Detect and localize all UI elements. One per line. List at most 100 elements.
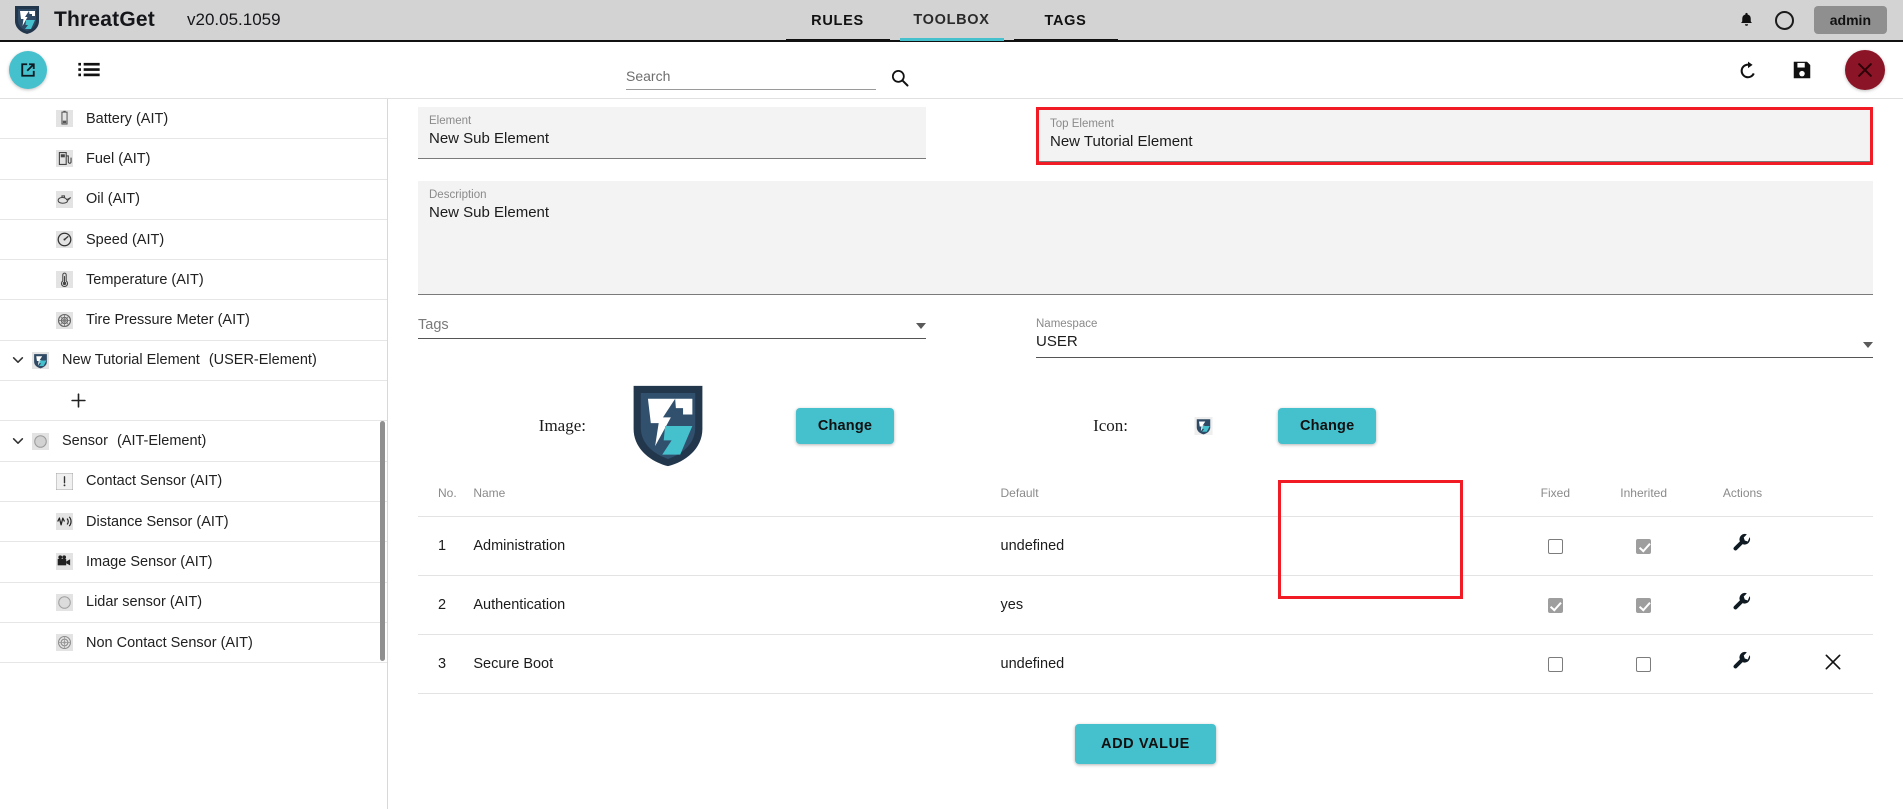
- open-external-icon: [21, 63, 35, 77]
- sidebar-item-contact-sensor[interactable]: Contact Sensor (AIT): [0, 462, 387, 502]
- icon-change-wrap: Change: [1278, 408, 1377, 444]
- sidebar-item-speed[interactable]: Speed (AIT): [0, 220, 387, 261]
- fixed-checkbox[interactable]: [1547, 597, 1563, 613]
- row-name: Administration: [473, 516, 1001, 576]
- top-element-field-value: New Tutorial Element: [1050, 133, 1193, 150]
- element-tree-sidebar: Battery (AIT) Fuel (AIT) Oil (AIT) Speed…: [0, 99, 388, 809]
- col-header-name: Name: [473, 480, 1001, 517]
- sidebar-item-label: Fuel (AIT): [86, 150, 151, 167]
- sidebar-item-kind: (AIT-Element): [116, 433, 207, 450]
- element-field-label: Element: [429, 115, 472, 127]
- change-icon-button[interactable]: Change: [1278, 408, 1377, 444]
- element-field[interactable]: Element New Sub Element: [418, 107, 926, 159]
- element-image-preview: [633, 385, 703, 467]
- sidebar-item-non-contact-sensor[interactable]: Non Contact Sensor (AIT): [0, 623, 387, 664]
- tab-tags[interactable]: TAGS: [1013, 13, 1118, 41]
- add-value-button[interactable]: ADD VALUE: [1075, 724, 1216, 764]
- top-element-highlight: Top Element New Tutorial Element: [1036, 107, 1873, 165]
- sidebar-item-lidar-sensor[interactable]: Lidar sensor (AIT): [0, 583, 387, 623]
- wrench-icon[interactable]: [1731, 533, 1753, 555]
- element-field-value: New Sub Element: [429, 130, 550, 147]
- chevron-down-icon[interactable]: [4, 353, 32, 367]
- row-actions-cell: [1691, 516, 1794, 576]
- wrench-icon[interactable]: [1731, 592, 1753, 614]
- search-input[interactable]: [626, 68, 876, 90]
- lidar-icon: [56, 593, 73, 611]
- tab-rules[interactable]: RULES: [785, 13, 890, 41]
- save-floppy-icon[interactable]: [1791, 59, 1813, 81]
- close-button[interactable]: [1845, 50, 1885, 90]
- brand-version: v20.05.1059: [187, 10, 281, 29]
- top-element-field[interactable]: Top Element New Tutorial Element: [1039, 110, 1870, 162]
- col-header-inherited: Inherited: [1596, 480, 1692, 517]
- sidebar-item-oil[interactable]: Oil (AIT): [0, 180, 387, 220]
- element-icon-preview: [1194, 417, 1212, 435]
- sidebar-item-label: Lidar sensor (AIT): [86, 594, 203, 611]
- thermometer-icon: [56, 271, 73, 289]
- top-bar-actions: admin: [1738, 6, 1903, 34]
- inherited-checkbox[interactable]: [1636, 538, 1652, 554]
- row-fixed-cell: [1514, 575, 1597, 635]
- sidebar-item-fuel[interactable]: Fuel (AIT): [0, 139, 387, 180]
- table-body: 1 Administration undefined 2 Authenticat…: [418, 516, 1873, 694]
- wrench-icon[interactable]: [1731, 651, 1753, 673]
- admin-user-button[interactable]: admin: [1813, 6, 1887, 34]
- row-actions-cell: [1691, 634, 1794, 694]
- sidebar-item-tire-pressure-meter[interactable]: Tire Pressure Meter (AIT): [0, 300, 387, 341]
- top-element-field-label: Top Element: [1050, 118, 1114, 130]
- col-header-delete: [1793, 480, 1873, 517]
- image-label: Image:: [538, 416, 586, 435]
- sidebar-add-child-button[interactable]: [0, 381, 387, 422]
- sidebar-item-sensor[interactable]: Sensor (AIT-Element): [0, 421, 387, 462]
- inherited-checkbox[interactable]: [1636, 656, 1652, 672]
- row-fixed-cell: [1514, 634, 1597, 694]
- search-icon[interactable]: [890, 68, 910, 88]
- row-name: Secure Boot: [473, 634, 1001, 694]
- description-field[interactable]: Description New Sub Element: [418, 181, 1873, 295]
- namespace-value: USER: [1036, 333, 1078, 350]
- sidebar-item-label: Battery (AIT): [86, 110, 169, 127]
- sidebar-item-new-tutorial-element[interactable]: New Tutorial Element (USER-Element): [0, 341, 387, 382]
- row-default: undefined: [1000, 516, 1515, 576]
- top-bar: ThreatGet v20.05.1059 RULES TOOLBOX TAGS…: [0, 0, 1903, 42]
- threatget-shield-logo-icon: [15, 6, 39, 34]
- attributes-table-wrap: No. Name Default Fixed Inherited Actions…: [418, 480, 1873, 694]
- icon-label: Icon:: [1093, 416, 1128, 435]
- list-icon[interactable]: [78, 62, 100, 78]
- oil-can-icon: [56, 190, 73, 208]
- fixed-checkbox[interactable]: [1547, 656, 1563, 672]
- sidebar-item-label: Sensor: [62, 433, 108, 450]
- change-image-button[interactable]: Change: [795, 408, 895, 444]
- tags-select[interactable]: Tags: [418, 317, 926, 339]
- sidebar-item-image-sensor[interactable]: Image Sensor (AIT): [0, 542, 387, 583]
- tags-placeholder: Tags: [418, 317, 449, 333]
- sidebar-item-distance-sensor[interactable]: Distance Sensor (AIT): [0, 502, 387, 543]
- user-circle-icon[interactable]: [1774, 10, 1794, 30]
- search-area: [626, 68, 910, 90]
- sidebar-item-label: Image Sensor (AIT): [86, 553, 213, 570]
- bell-icon[interactable]: [1738, 10, 1755, 30]
- sidebar-scrollbar[interactable]: [380, 421, 385, 661]
- plus-icon: [71, 393, 86, 408]
- table-row[interactable]: 1 Administration undefined: [418, 516, 1873, 576]
- sidebar-item-battery[interactable]: Battery (AIT): [0, 99, 387, 140]
- table-row[interactable]: 2 Authentication yes: [418, 575, 1873, 635]
- inherited-checkbox[interactable]: [1636, 597, 1652, 613]
- undo-icon[interactable]: [1737, 59, 1759, 81]
- tab-toolbox[interactable]: TOOLBOX: [899, 12, 1004, 41]
- delete-row-close-x-icon[interactable]: [1823, 652, 1843, 672]
- contact-sensor-icon: [56, 472, 73, 490]
- row-name: Authentication: [473, 575, 1001, 635]
- row-inherited-cell: [1596, 634, 1692, 694]
- tags-namespace-row: Tags Namespace USER: [418, 317, 1873, 358]
- table-row[interactable]: 3 Secure Boot undefined: [418, 634, 1873, 694]
- sidebar-item-temperature[interactable]: Temperature (AIT): [0, 260, 387, 301]
- brand: ThreatGet v20.05.1059: [0, 5, 281, 35]
- chevron-down-icon[interactable]: [4, 434, 32, 448]
- namespace-select[interactable]: USER: [1036, 331, 1873, 358]
- namespace-wrap: Namespace USER: [1036, 317, 1873, 358]
- fixed-checkbox[interactable]: [1547, 538, 1563, 554]
- sidebar-item-label: Speed (AIT): [86, 231, 165, 248]
- open-external-button[interactable]: [9, 51, 47, 89]
- table-header-row: No. Name Default Fixed Inherited Actions: [418, 480, 1873, 517]
